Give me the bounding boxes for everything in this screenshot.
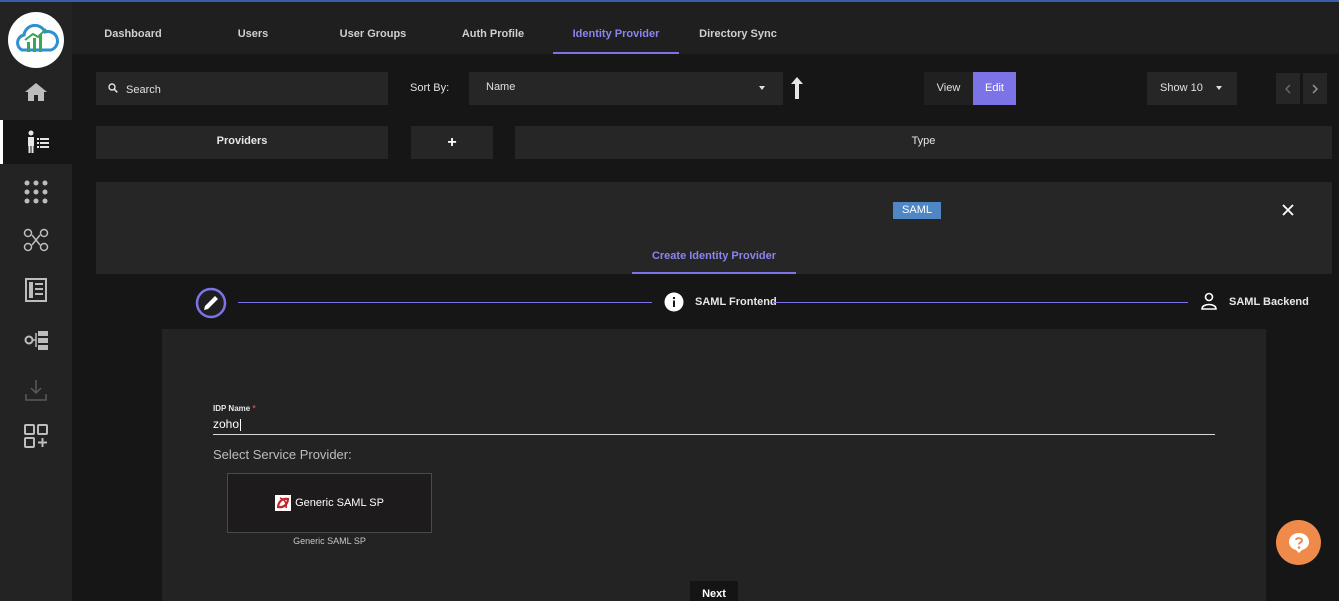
chevron-left-icon (1285, 84, 1291, 93)
gear-tree-icon (24, 331, 48, 350)
page-size-value: Show 10 (1160, 82, 1203, 94)
home-icon (25, 83, 47, 101)
step-saml-frontend-label: SAML Frontend (695, 296, 777, 308)
info-icon[interactable] (664, 292, 684, 312)
select-service-provider-label: Select Service Provider: (213, 447, 352, 462)
search-icon (108, 83, 118, 93)
nav-identity[interactable] (0, 120, 72, 164)
idp-name-underline (213, 434, 1215, 435)
idp-form-card: IDP Name * zoho Select Service Provider:… (162, 329, 1266, 601)
page-size-select[interactable]: Show 10 (1147, 72, 1237, 105)
document-list-icon (25, 278, 47, 302)
generic-saml-sp-tile[interactable]: Generic SAML SP (227, 473, 432, 533)
chevron-down-icon (1216, 86, 1222, 90)
tab-directory-sync[interactable]: Directory Sync (679, 2, 797, 54)
chevron-right-icon (1312, 84, 1318, 93)
edit-button[interactable]: Edit (973, 72, 1016, 105)
idp-name-value: zoho (213, 417, 240, 431)
close-icon[interactable] (1280, 202, 1296, 218)
nav-grid[interactable] (0, 170, 72, 214)
add-provider-button[interactable]: + (411, 126, 493, 159)
person-icon[interactable] (1200, 292, 1218, 310)
step-connector (773, 302, 1188, 303)
tab-identity-provider[interactable]: Identity Provider (553, 2, 679, 54)
required-marker: * (252, 404, 256, 413)
generic-saml-sp-tile-label: Generic SAML SP (295, 497, 384, 509)
sort-select-value: Name (486, 81, 516, 93)
idp-name-label-text: IDP Name (213, 404, 251, 413)
tab-user-groups[interactable]: User Groups (312, 2, 434, 54)
chevron-down-icon (759, 86, 765, 90)
sort-select[interactable]: Name (469, 72, 783, 105)
tab-dashboard[interactable]: Dashboard (72, 2, 194, 54)
provider-panel: SAML Create Identity Provider (96, 182, 1332, 274)
app-logo[interactable] (8, 12, 64, 68)
nav-home[interactable] (0, 70, 72, 114)
nav-apps[interactable] (0, 414, 72, 458)
help-button[interactable] (1276, 520, 1321, 565)
prev-page-button[interactable] (1276, 73, 1300, 104)
sort-by-label: Sort By: (410, 82, 450, 94)
app-root: Dashboard Users User Groups Auth Profile… (0, 0, 1339, 601)
nav-document[interactable] (0, 268, 72, 312)
type-column-header: Type (515, 126, 1332, 159)
nav-download[interactable] (0, 368, 72, 412)
next-button[interactable]: Next (690, 581, 738, 601)
user-list-icon (27, 130, 49, 153)
search-placeholder: Search (126, 84, 161, 96)
tab-create-identity-provider[interactable]: Create Identity Provider (632, 242, 796, 274)
idp-name-label: IDP Name * (213, 404, 256, 413)
text-cursor (240, 418, 242, 431)
nav-network[interactable] (0, 218, 72, 262)
download-icon (25, 380, 47, 401)
idp-name-input[interactable]: zoho (213, 417, 242, 431)
view-button[interactable]: View (924, 72, 973, 105)
step-saml-backend-label: SAML Backend (1229, 296, 1309, 308)
top-tabs: Dashboard Users User Groups Auth Profile… (72, 2, 1339, 54)
step-connector (238, 302, 652, 303)
edit-step-icon[interactable] (195, 287, 227, 319)
dot-grid-icon (24, 180, 48, 204)
saml-logo-icon (275, 495, 292, 511)
sort-direction-arrow-icon[interactable] (790, 76, 804, 100)
tab-users[interactable]: Users (194, 2, 312, 54)
user-network-icon (23, 228, 49, 252)
next-page-button[interactable] (1303, 73, 1327, 104)
providers-column-header: Providers (96, 126, 388, 159)
generic-saml-sp-caption: Generic SAML SP (293, 536, 366, 546)
nav-settings-tree[interactable] (0, 318, 72, 362)
add-apps-icon (24, 424, 48, 448)
cloud-chart-logo-icon (16, 23, 59, 52)
saml-badge: SAML (893, 202, 941, 219)
tab-auth-profile[interactable]: Auth Profile (434, 2, 552, 54)
search-input[interactable]: Search (96, 72, 388, 105)
sidebar (0, 2, 72, 601)
help-question-icon (1288, 532, 1309, 553)
